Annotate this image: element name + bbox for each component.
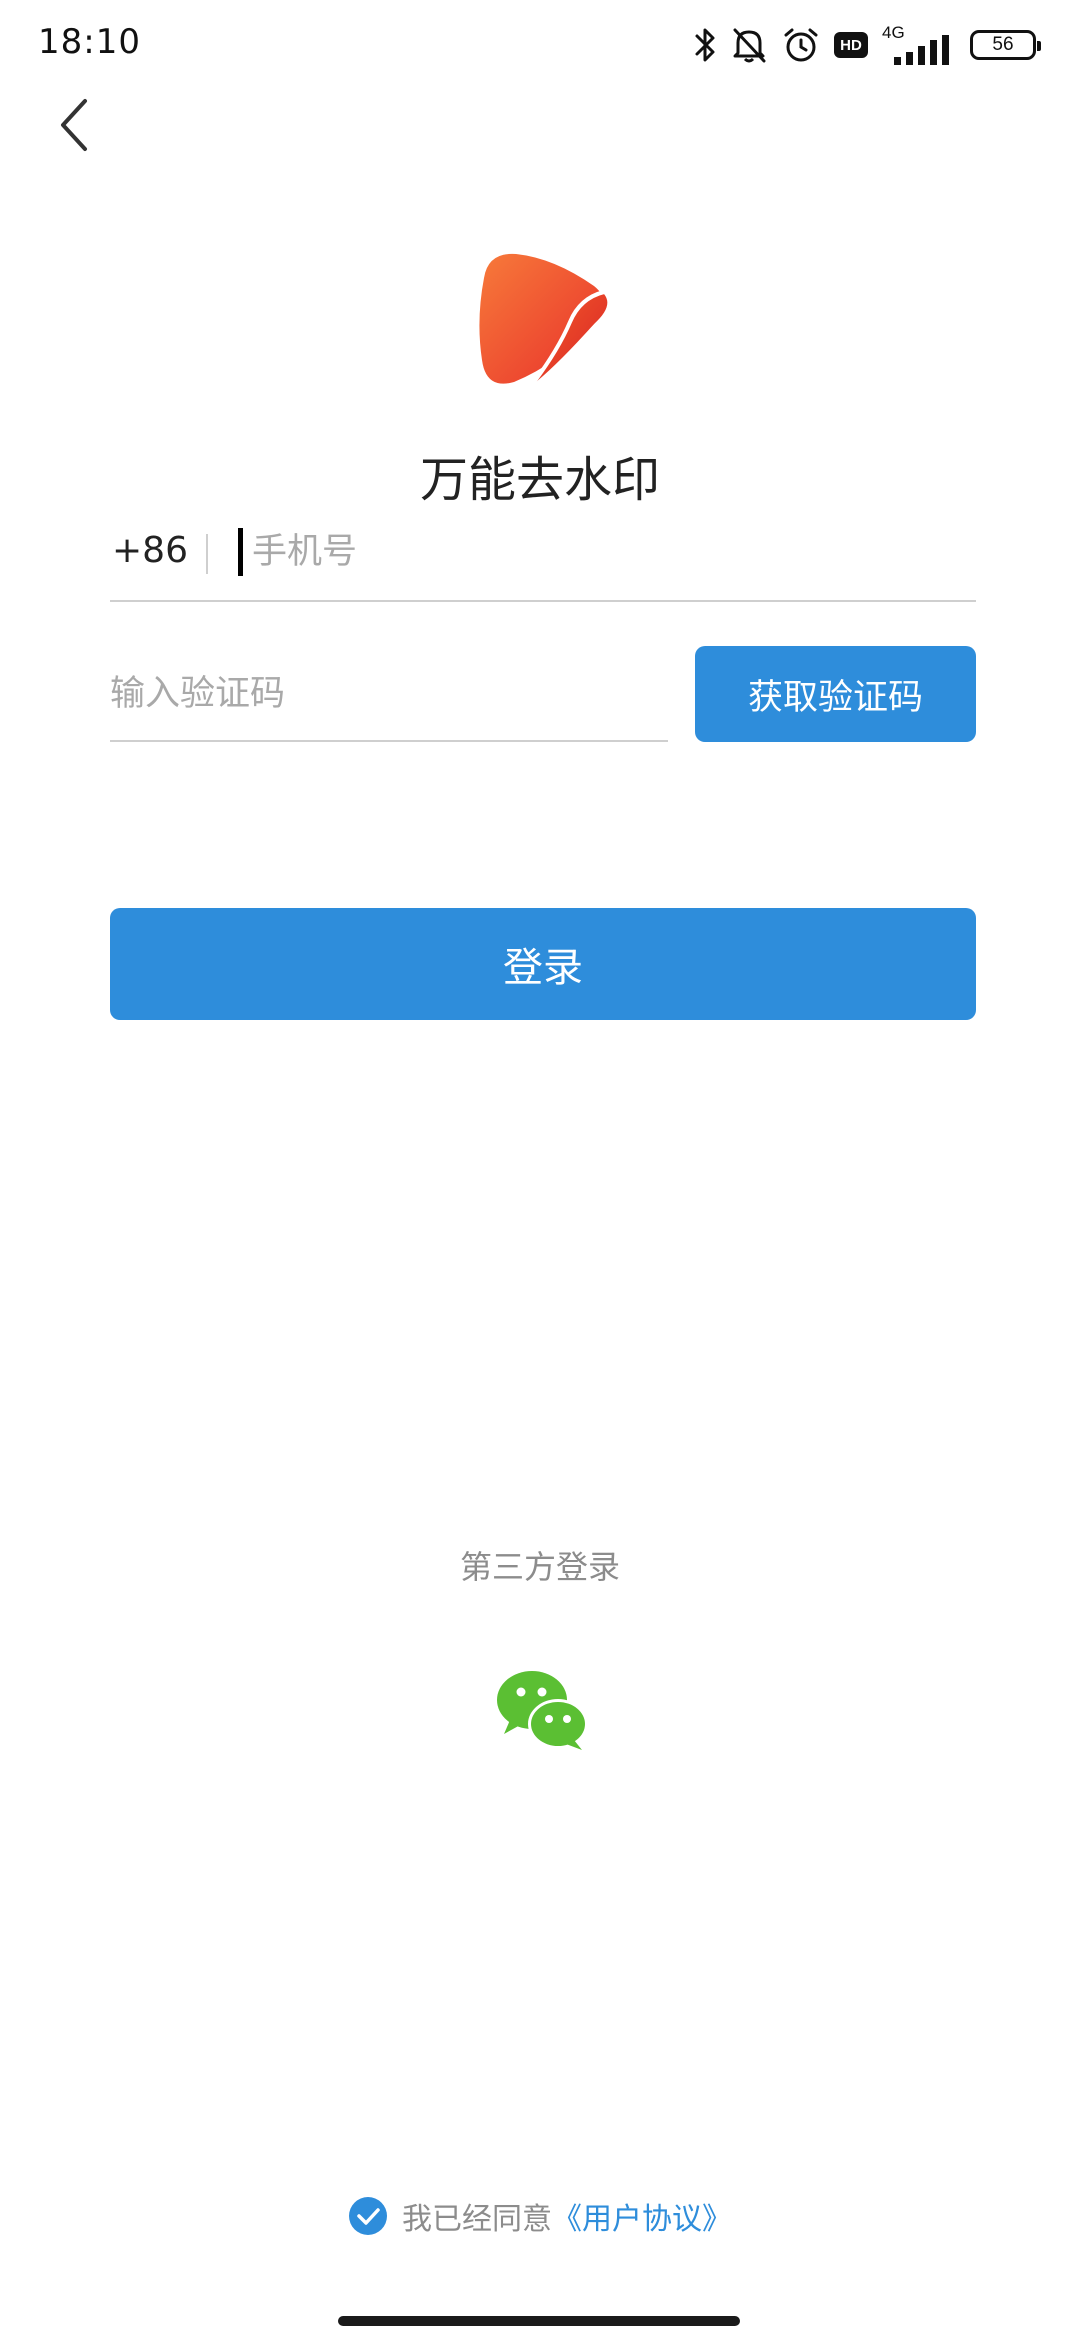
user-agreement-link[interactable]: 《用户协议》	[552, 2194, 732, 2238]
phone-row: +86	[110, 510, 976, 602]
login-button[interactable]: 登录	[110, 908, 976, 1020]
battery-icon: 56	[970, 30, 1041, 60]
bell-muted-icon	[733, 28, 766, 63]
third-party-label: 第三方登录	[459, 1548, 620, 1586]
back-button[interactable]	[40, 90, 110, 160]
verification-code-input[interactable]	[110, 666, 650, 722]
phone-divider	[206, 534, 208, 574]
country-code[interactable]: +86	[112, 530, 188, 571]
status-time: 18:10	[38, 22, 141, 62]
app-title: 万能去水印	[419, 452, 660, 508]
chevron-left-icon	[61, 99, 87, 151]
phone-input[interactable]	[238, 524, 952, 580]
text-caret	[238, 528, 243, 576]
get-code-button[interactable]: 获取验证码	[695, 646, 976, 742]
wechat-icon[interactable]	[496, 1668, 588, 1752]
play-logo-icon	[479, 253, 608, 384]
agree-checkbox[interactable]	[348, 2196, 388, 2236]
agreement-text: 我已经同意	[402, 2202, 552, 2237]
status-icons: HD 4G 56	[694, 20, 1041, 70]
home-indicator[interactable]	[338, 2316, 740, 2326]
status-bar: 18:10 HD 4G 56	[0, 0, 1080, 90]
bluetooth-icon	[695, 28, 715, 62]
agreement-row: 我已经同意 《用户协议》	[0, 2192, 1080, 2240]
hd-icon: HD	[834, 32, 868, 58]
alarm-icon	[784, 28, 818, 62]
code-row	[110, 648, 668, 742]
signal-icon: 4G	[882, 23, 956, 67]
signal-bars	[894, 35, 949, 65]
